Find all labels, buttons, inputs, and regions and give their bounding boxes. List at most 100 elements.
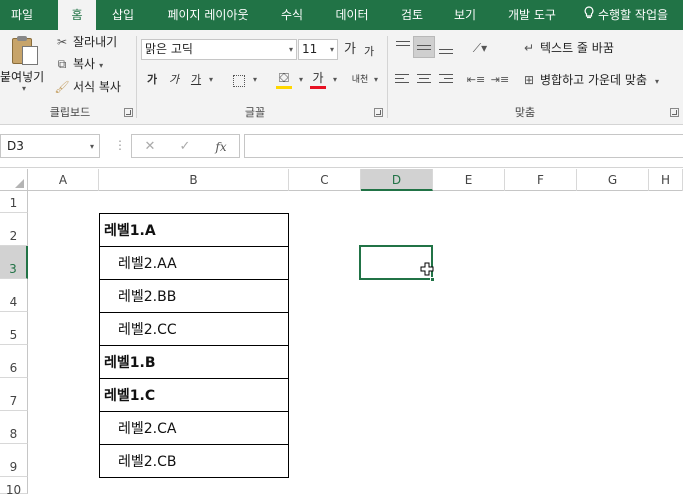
underline-dropdown[interactable]: ▾ <box>206 70 216 90</box>
group-separator <box>136 36 137 118</box>
chevron-down-icon: ▾ <box>329 45 334 54</box>
chevron-down-icon: ▾ <box>655 77 660 86</box>
orientation-button[interactable]: ⟋▾ <box>466 38 494 58</box>
phonetic-button[interactable]: 내천 <box>348 70 372 90</box>
chevron-down-icon: ▾ <box>89 142 94 151</box>
row-header-3[interactable]: 3 <box>0 246 28 279</box>
row-header-9[interactable]: 9 <box>0 444 28 477</box>
tell-me-box[interactable]: 수행할 작업을 <box>584 0 668 30</box>
chevron-down-icon: ▾ <box>99 61 104 70</box>
format-painter-label: 서식 복사 <box>73 80 121 94</box>
chevron-down-icon: ▾ <box>208 75 213 84</box>
row-header-4[interactable]: 4 <box>0 279 28 312</box>
grow-font-button[interactable]: 가 <box>342 40 358 60</box>
cell-b2[interactable]: 레벨1.A <box>99 213 289 247</box>
fill-color-dropdown[interactable]: ▾ <box>296 70 306 90</box>
phonetic-dropdown[interactable]: ▾ <box>372 70 380 90</box>
tab-review[interactable]: 검토 <box>392 0 432 30</box>
font-color-button[interactable]: 가 <box>308 68 328 89</box>
formula-input[interactable] <box>244 134 683 158</box>
row-header-1[interactable]: 1 <box>0 191 28 213</box>
chevron-down-icon: ▾ <box>22 84 27 93</box>
align-middle-button[interactable] <box>413 36 435 58</box>
tab-page-layout[interactable]: 페이지 레이아웃 <box>157 0 259 30</box>
cell-b4[interactable]: 레벨2.BB <box>99 279 289 313</box>
cell-b6[interactable]: 레벨1.B <box>99 345 289 379</box>
decrease-indent-button[interactable]: ⇤≡ <box>466 70 486 90</box>
insert-function-icon[interactable]: fx <box>209 137 233 157</box>
increase-indent-button[interactable]: ⇥≡ <box>490 70 510 90</box>
italic-button[interactable]: 가 <box>166 70 182 90</box>
name-box[interactable]: D3 ▾ <box>0 134 100 158</box>
text-orientation-icon: ⟋▾ <box>472 41 488 55</box>
tab-home[interactable]: 홈 <box>58 0 96 30</box>
font-color-dropdown[interactable]: ▾ <box>330 70 340 90</box>
row-header-8[interactable]: 8 <box>0 411 28 444</box>
select-all-button[interactable] <box>0 169 28 191</box>
cell-b9[interactable]: 레벨2.CB <box>99 444 289 478</box>
font-size-select[interactable]: 11 ▾ <box>298 39 338 60</box>
column-header-d[interactable]: D <box>361 169 433 191</box>
row-header-6[interactable]: 6 <box>0 345 28 378</box>
underline-button[interactable]: 가 <box>188 70 204 90</box>
fill-color-swatch <box>276 86 292 89</box>
shrink-font-button[interactable]: 가 <box>362 42 376 62</box>
column-header-h[interactable]: H <box>649 169 683 191</box>
alignment-group-label: 맞춤 <box>514 106 536 119</box>
tab-file[interactable]: 파일 <box>0 0 44 30</box>
formula-bar-grip-icon[interactable]: ⋮ <box>114 138 126 152</box>
tab-developer[interactable]: 개발 도구 <box>498 0 566 30</box>
cell-b8[interactable]: 레벨2.CA <box>99 411 289 445</box>
font-launcher-icon[interactable] <box>374 108 383 117</box>
tab-insert[interactable]: 삽입 <box>103 0 143 30</box>
align-left-button[interactable] <box>392 68 414 90</box>
row-header-2[interactable]: 2 <box>0 213 28 246</box>
tab-formulas[interactable]: 수식 <box>272 0 312 30</box>
tab-view[interactable]: 보기 <box>445 0 485 30</box>
format-painter-button[interactable]: 🖌 서식 복사 <box>54 77 121 97</box>
align-center-button[interactable] <box>413 68 435 90</box>
column-header-a[interactable]: A <box>28 169 99 191</box>
cell-b7[interactable]: 레벨1.C <box>99 378 289 412</box>
clipboard-group-label: 클립보드 <box>49 106 91 119</box>
borders-dropdown[interactable]: ▾ <box>250 70 260 90</box>
chevron-down-icon: ▾ <box>332 75 337 84</box>
column-header-g[interactable]: G <box>577 169 649 191</box>
borders-button[interactable] <box>230 70 248 90</box>
paintbrush-icon: 🖌 <box>54 80 70 94</box>
column-header-b[interactable]: B <box>99 169 289 191</box>
column-header-c[interactable]: C <box>289 169 361 191</box>
merge-center-button[interactable]: ⊞ 병합하고 가운데 맞춤 ▾ <box>521 70 659 90</box>
merge-cells-icon: ⊞ <box>523 73 535 87</box>
copy-button[interactable]: ⧉ 복사 ▾ <box>54 54 103 74</box>
font-name-select[interactable]: 맑은 고딕 ▾ <box>141 39 297 60</box>
font-color-swatch <box>310 86 326 89</box>
tab-data[interactable]: 데이터 <box>326 0 378 30</box>
wrap-text-button[interactable]: ↵ 텍스트 줄 바꿈 <box>521 38 614 58</box>
ribbon-home: 붙여넣기 ▾ ✂ 잘라내기 ⧉ 복사 ▾ 🖌 서식 복사 클립보드 맑은 고딕 ▾ 11… <box>0 30 683 125</box>
cell-b3[interactable]: 레벨2.AA <box>99 246 289 280</box>
fill-handle[interactable] <box>430 277 435 282</box>
cut-button[interactable]: ✂ 잘라내기 <box>54 32 117 52</box>
underline-icon: 가 <box>190 73 202 86</box>
ribbon-tab-bar: 파일 홈 삽입 페이지 레이아웃 수식 데이터 검토 보기 개발 도구 수행할 … <box>0 0 683 30</box>
cancel-icon[interactable]: ✕ <box>138 137 162 157</box>
bold-button[interactable]: 가 <box>144 70 160 90</box>
enter-icon[interactable]: ✓ <box>173 137 197 157</box>
alignment-launcher-icon[interactable] <box>670 108 679 117</box>
paste-label: 붙여넣기 <box>0 70 45 84</box>
column-header-e[interactable]: E <box>433 169 505 191</box>
paste-button[interactable]: 붙여넣기 ▾ <box>0 30 48 100</box>
column-header-f[interactable]: F <box>505 169 577 191</box>
clipboard-launcher-icon[interactable] <box>124 108 133 117</box>
fill-color-button[interactable]: ⛋ <box>274 68 294 89</box>
row-header-5[interactable]: 5 <box>0 312 28 345</box>
align-right-button[interactable] <box>435 68 457 90</box>
row-header-10[interactable]: 10 <box>0 477 28 494</box>
cell-b5[interactable]: 레벨2.CC <box>99 312 289 346</box>
italic-icon: 가 <box>168 73 180 86</box>
align-bottom-button[interactable] <box>435 36 457 58</box>
name-box-value: D3 <box>7 139 24 153</box>
align-top-button[interactable] <box>392 36 414 58</box>
row-header-7[interactable]: 7 <box>0 378 28 411</box>
